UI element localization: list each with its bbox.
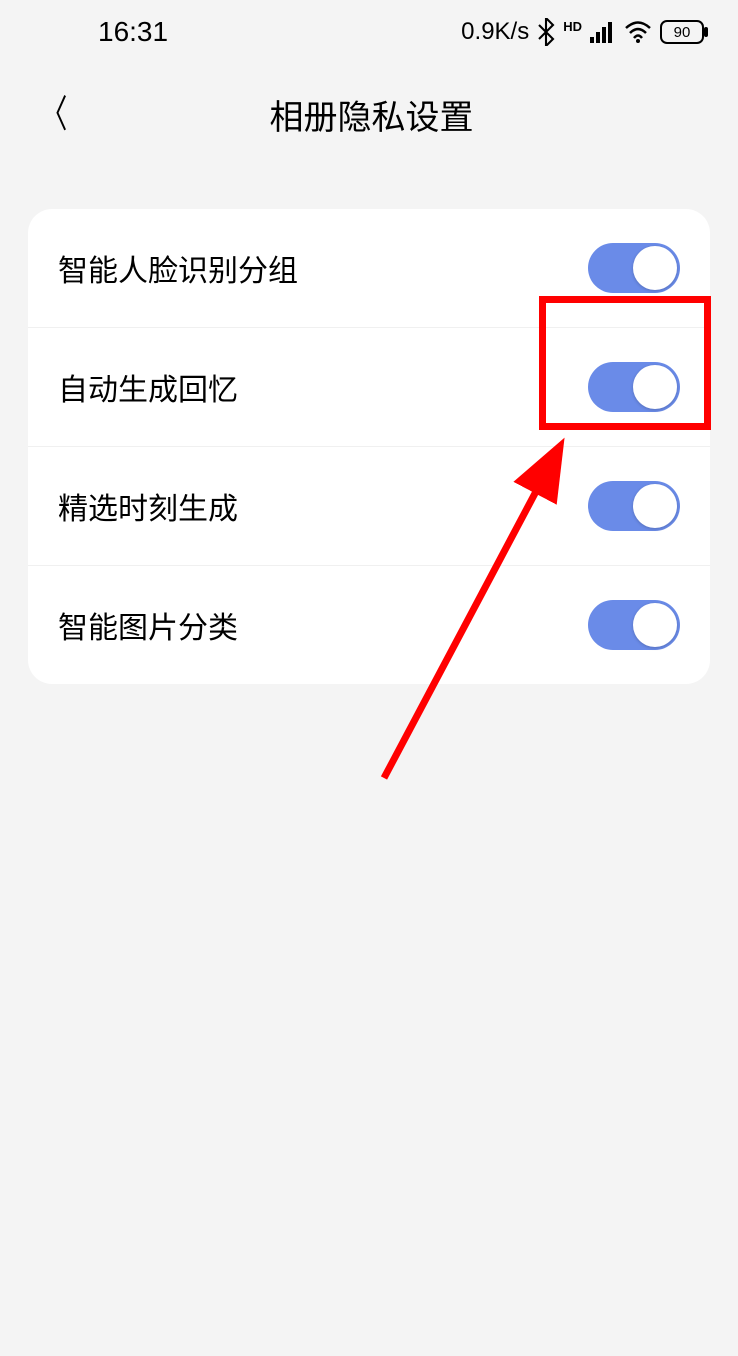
- toggle-auto-memories[interactable]: [588, 362, 680, 412]
- setting-smart-classification[interactable]: 智能图片分类: [28, 566, 710, 684]
- wifi-icon: [624, 21, 652, 43]
- header: 〈 相册隐私设置: [0, 60, 738, 169]
- network-speed: 0.9K/s: [461, 18, 529, 46]
- status-bar: 16:31 0.9K/s HD 90: [0, 0, 738, 60]
- setting-label: 智能图片分类: [58, 603, 238, 647]
- back-button[interactable]: 〈: [41, 96, 68, 134]
- svg-text:90: 90: [674, 24, 691, 41]
- setting-featured-moments[interactable]: 精选时刻生成: [28, 447, 710, 566]
- toggle-face-recognition[interactable]: [588, 243, 680, 293]
- toggle-featured-moments[interactable]: [588, 481, 680, 531]
- toggle-smart-classification[interactable]: [588, 600, 680, 650]
- battery-icon: 90: [660, 20, 710, 44]
- setting-auto-memories[interactable]: 自动生成回忆: [28, 328, 710, 447]
- status-right: 0.9K/s HD 90: [461, 18, 710, 46]
- setting-face-recognition[interactable]: 智能人脸识别分组: [28, 209, 710, 328]
- setting-label: 精选时刻生成: [58, 484, 238, 528]
- page-title: 相册隐私设置: [35, 90, 708, 139]
- settings-card: 智能人脸识别分组 自动生成回忆 精选时刻生成 智能图片分类: [28, 209, 710, 684]
- status-time: 16:31: [98, 16, 168, 48]
- setting-label: 智能人脸识别分组: [58, 246, 298, 290]
- hd-label: HD: [563, 19, 582, 34]
- signal-icon: [590, 21, 616, 43]
- bluetooth-icon: [537, 18, 555, 46]
- setting-label: 自动生成回忆: [58, 365, 238, 409]
